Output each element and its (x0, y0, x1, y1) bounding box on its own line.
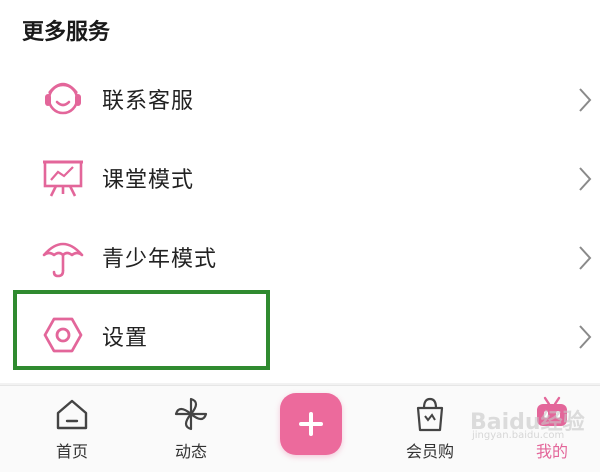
menu-item-classroom-mode[interactable]: 课堂模式 (0, 140, 600, 218)
plus-icon (299, 412, 323, 436)
tab-label: 我的 (535, 442, 568, 461)
menu-item-label: 青少年模式 (102, 247, 218, 272)
publish-plus-button[interactable] (280, 393, 342, 455)
chevron-right-icon (578, 245, 592, 271)
tab-label: 动态 (174, 442, 207, 461)
umbrella-icon (40, 233, 86, 279)
classroom-icon (40, 154, 86, 200)
chevron-right-icon (578, 166, 592, 192)
chevron-right-icon (578, 87, 592, 113)
headset-icon (40, 75, 86, 121)
pinwheel-icon (174, 397, 208, 431)
tab-dynamics[interactable]: 动态 (151, 394, 231, 466)
watermark-url: jingyan.baidu.com (472, 430, 565, 441)
tab-label: 会员购 (405, 442, 454, 461)
tab-member-shop[interactable]: 会员购 (390, 394, 470, 466)
shopping-bag-icon (416, 397, 444, 432)
menu-item-label: 课堂模式 (102, 168, 195, 193)
tab-home[interactable]: 首页 (32, 394, 112, 466)
menu-item-teen-mode[interactable]: 青少年模式 (0, 219, 600, 297)
menu-item-label: 联系客服 (102, 89, 195, 114)
home-icon (56, 399, 88, 430)
section-title: 更多服务 (22, 20, 111, 45)
menu-item-contact-service[interactable]: 联系客服 (0, 61, 600, 139)
highlight-box (13, 290, 270, 370)
chevron-right-icon (578, 324, 592, 350)
tab-label: 首页 (55, 442, 88, 461)
